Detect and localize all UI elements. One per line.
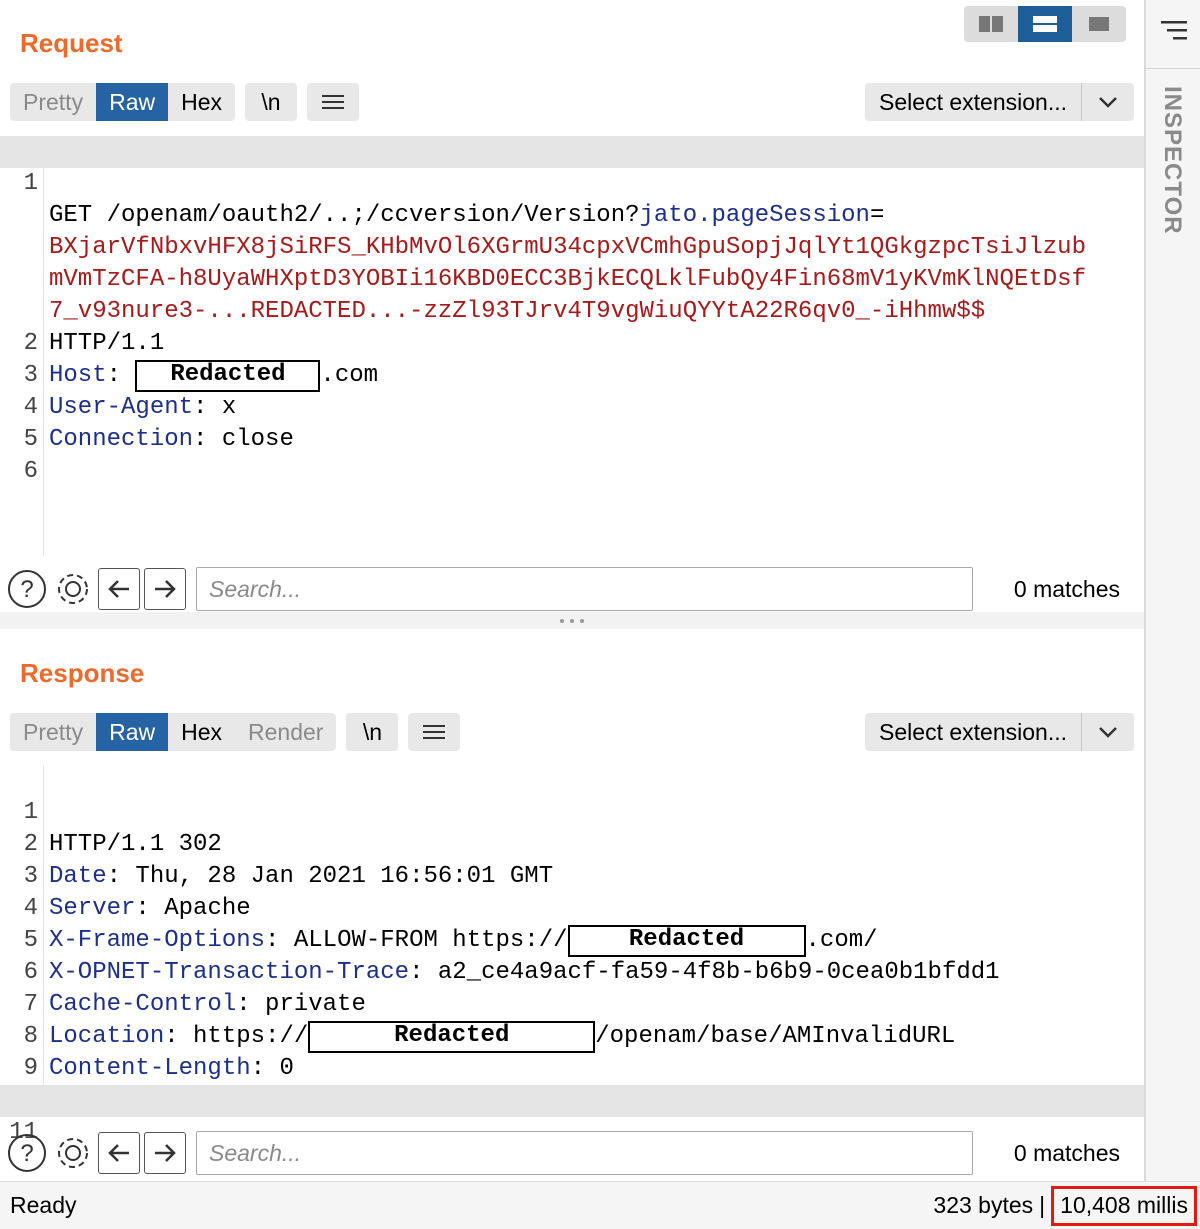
menu-button[interactable] — [408, 713, 461, 751]
response-title: Response — [20, 658, 145, 688]
select-extension-label: Select extension... — [865, 713, 1082, 751]
request-search-bar: ? Search... 0 matches — [6, 567, 1134, 611]
next-match-button[interactable] — [144, 568, 186, 610]
layout-toggle — [964, 6, 1126, 42]
request-toolbar: Pretty Raw Hex \n Select extension... — [10, 83, 1134, 121]
inspector-tab[interactable]: INSPECTOR — [1158, 86, 1186, 235]
newline-toggle-button[interactable]: \n — [346, 713, 399, 751]
help-icon[interactable]: ? — [6, 1132, 48, 1174]
tab-raw[interactable]: Raw — [96, 713, 169, 751]
code-line: 10 — [0, 1053, 1144, 1114]
response-size: 323 bytes — [933, 1192, 1034, 1218]
layout-stacked-icon[interactable] — [1018, 6, 1072, 42]
status-bar: Ready 323 bytes | 10,408 millis — [0, 1181, 1200, 1229]
main-panel: Request Pretty Raw Hex \n Select extensi… — [0, 0, 1144, 1229]
response-search-bar: ? Search... 0 matches — [6, 1131, 1134, 1175]
code-line: 1 GET /openam/oauth2/..;/ccversion/Versi… — [0, 136, 1144, 229]
select-extension-dropdown[interactable]: Select extension... — [865, 83, 1134, 121]
code-line: 8 Content-Length: 0 — [23, 1023, 294, 1082]
code-line: mVmTzCFA-h8UyaWHXptD3YOBIi16KBD0ECC3BjkE… — [49, 266, 1086, 293]
code-line: 2 Date: Thu, 28 Jan 2021 16:56:01 GMT — [23, 831, 554, 890]
match-count: 0 matches — [1013, 1139, 1120, 1166]
select-extension-dropdown[interactable]: Select extension... — [865, 713, 1134, 751]
layout-tabs-icon[interactable] — [1072, 6, 1126, 42]
code-line: 5 X-OPNET-Transaction-Trace: a2_ce4a9acf… — [23, 927, 1000, 986]
chevron-down-icon — [1082, 96, 1134, 108]
arrow-right-icon — [155, 1144, 176, 1162]
code-line: 5 — [23, 426, 38, 453]
request-title: Request — [20, 28, 123, 58]
code-line: 3 User-Agent: x — [23, 362, 237, 421]
svg-text:?: ? — [20, 1140, 33, 1167]
arrow-right-icon — [155, 580, 176, 598]
arrow-left-icon — [108, 580, 129, 598]
status-separator: | — [1039, 1192, 1046, 1218]
inspector-menu-icon[interactable] — [1156, 10, 1192, 50]
response-time: 10,408 millis — [1051, 1185, 1197, 1226]
code-line: 1 HTTP/1.1 302 — [23, 799, 222, 858]
status-text: Ready — [10, 1192, 77, 1218]
code-line: BXjarVfNbxvHFX8jSiRFS_KHbMvOl6XGrmU34cpx… — [49, 234, 1086, 261]
tab-pretty[interactable]: Pretty — [10, 83, 96, 121]
hamburger-icon — [322, 95, 344, 109]
request-editor[interactable]: 1 GET /openam/oauth2/..;/ccversion/Versi… — [0, 136, 1144, 556]
inspector-panel: INSPECTOR — [1144, 0, 1200, 1229]
tab-render[interactable]: Render — [235, 713, 336, 751]
select-extension-label: Select extension... — [865, 83, 1082, 121]
help-icon[interactable]: ? — [6, 568, 48, 610]
previous-match-button[interactable] — [98, 568, 140, 610]
search-input[interactable]: Search... — [196, 1131, 973, 1175]
tab-hex[interactable]: Hex — [168, 713, 235, 751]
response-toolbar: Pretty Raw Hex Render \n Select extensio… — [10, 713, 1134, 751]
previous-match-button[interactable] — [98, 1132, 140, 1174]
arrow-left-icon — [108, 1144, 129, 1162]
svg-text:?: ? — [20, 576, 33, 603]
newline-toggle-button[interactable]: \n — [245, 83, 297, 121]
code-line: 7_v93nure3-...REDACTED...-zzZl93TJrv4T9v… — [49, 298, 986, 325]
request-view-tabs: Pretty Raw Hex — [10, 83, 235, 121]
gear-icon[interactable] — [52, 1132, 94, 1174]
code-line: 4 X-Frame-Options: ALLOW-FROM https://Re… — [0, 861, 1144, 957]
code-line: 2 Host: Redacted .com — [0, 296, 1144, 392]
code-line: 11 — [0, 1085, 1144, 1146]
hamburger-icon — [423, 725, 446, 739]
tab-hex[interactable]: Hex — [168, 83, 235, 121]
code-line: 6 — [23, 458, 38, 485]
response-view-tabs: Pretty Raw Hex Render — [10, 713, 337, 751]
code-line: 7 Location: https://Redacted/openam/base… — [0, 957, 1144, 1053]
divider — [1146, 68, 1200, 69]
split-divider[interactable] — [0, 612, 1144, 629]
drag-handle-icon — [560, 618, 584, 623]
tab-raw[interactable]: Raw — [96, 83, 169, 121]
code-line: 3 Server: Apache — [23, 863, 251, 922]
menu-button[interactable] — [307, 83, 359, 121]
code-line: 9 Connection: close — [23, 1055, 294, 1114]
match-count: 0 matches — [1013, 575, 1120, 602]
code-line: 4 Connection: close — [23, 394, 294, 453]
code-line: 6 Cache-Control: private — [23, 959, 366, 1018]
next-match-button[interactable] — [144, 1132, 186, 1174]
gear-icon[interactable] — [52, 568, 94, 610]
chevron-down-icon — [1082, 726, 1134, 738]
response-editor[interactable]: 1 HTTP/1.1 302 2 Date: Thu, 28 Jan 2021 … — [0, 765, 1144, 1146]
layout-side-by-side-icon[interactable] — [964, 6, 1018, 42]
search-input[interactable]: Search... — [196, 567, 973, 611]
tab-pretty[interactable]: Pretty — [10, 713, 96, 751]
code-line: HTTP/1.1 — [49, 330, 165, 357]
